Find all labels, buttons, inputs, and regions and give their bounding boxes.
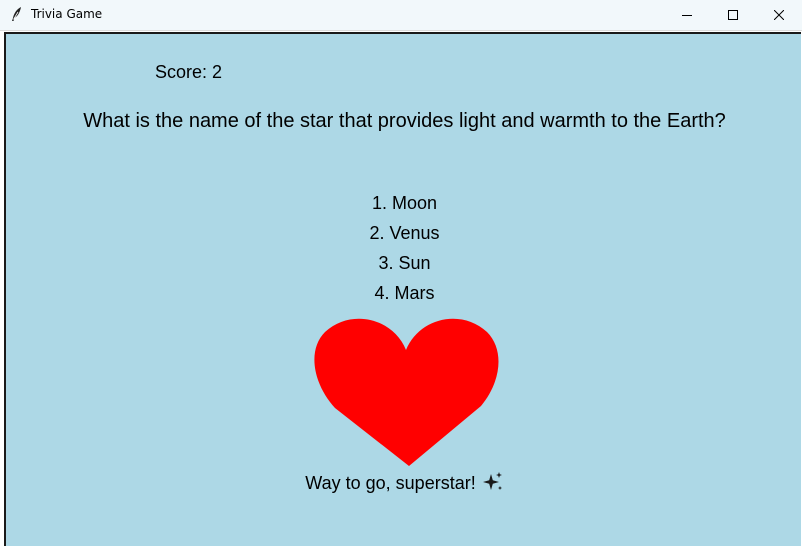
minimize-icon bbox=[682, 15, 692, 16]
trivia-window: Trivia Game Score: 2 What is the name of… bbox=[0, 0, 802, 546]
question-text: What is the name of the star that provid… bbox=[83, 110, 726, 132]
feedback-text: Way to go, superstar! bbox=[305, 473, 476, 493]
option-1: 1. Moon bbox=[371, 193, 438, 213]
feather-icon bbox=[12, 7, 21, 21]
minimize-button[interactable] bbox=[664, 0, 710, 30]
score-label: Score: 2 bbox=[155, 62, 223, 82]
close-icon bbox=[774, 10, 784, 20]
heart-icon bbox=[314, 318, 499, 466]
maximize-icon bbox=[728, 10, 738, 20]
option-3: 3. Sun bbox=[378, 253, 431, 273]
maximize-button[interactable] bbox=[710, 0, 756, 30]
window-title: Trivia Game bbox=[31, 7, 103, 21]
option-4: 4. Mars bbox=[374, 283, 435, 303]
game-area: Score: 2 What is the name of the star th… bbox=[4, 32, 801, 546]
option-2: 2. Venus bbox=[369, 223, 440, 243]
sparkles-icon bbox=[482, 472, 502, 490]
title-bar[interactable]: Trivia Game bbox=[0, 0, 802, 31]
feedback-message: Way to go, superstar! bbox=[6, 471, 802, 494]
close-button[interactable] bbox=[756, 0, 802, 30]
answer-options: 1. Moon 2. Venus 3. Sun 4. Mars bbox=[6, 190, 802, 310]
